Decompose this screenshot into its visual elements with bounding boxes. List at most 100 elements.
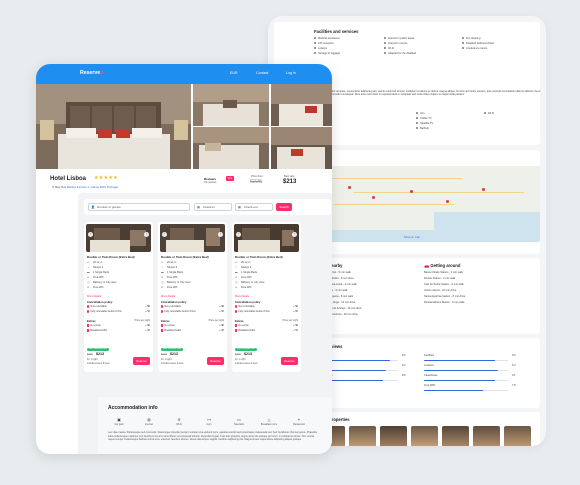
extra-option[interactable]: Breakfast buffet bbox=[161, 329, 181, 332]
facility-item: Internet in rooms bbox=[388, 42, 408, 45]
getting-item: Baixa-Chiado Station - 3 min walk bbox=[424, 271, 463, 274]
services-paragraph: Lorem ipsum dolor sit amet, consectetur … bbox=[314, 90, 541, 97]
reserve-button[interactable]: Reserve bbox=[133, 357, 150, 365]
policy-option[interactable]: Fully refundable before 6 Nov bbox=[161, 310, 196, 313]
prev-photo-icon[interactable]: ‹ bbox=[88, 232, 93, 237]
room-photo[interactable] bbox=[86, 224, 151, 252]
property-thumbnail[interactable] bbox=[349, 426, 376, 446]
nav-contact[interactable]: Contact bbox=[256, 71, 268, 75]
tax-label: includes taxes & fees bbox=[161, 362, 184, 365]
room-feature: Balcony or City view bbox=[93, 281, 117, 284]
prev-photo-icon[interactable]: ‹ bbox=[236, 232, 241, 237]
gallery-photo[interactable] bbox=[193, 127, 269, 169]
review-label: Free WiFi bbox=[424, 384, 436, 387]
extra-option[interactable]: Breakfast buffet bbox=[235, 329, 255, 332]
accommodation-info: Accommodation info ▣ Car park ◍ Internet ≋… bbox=[98, 397, 332, 454]
review-bar bbox=[424, 390, 483, 392]
extra-option[interactable]: No extras bbox=[161, 324, 175, 327]
policy-option[interactable]: Non-refundable bbox=[235, 305, 255, 308]
reserve-button[interactable]: Reserve bbox=[281, 357, 298, 365]
room-feature: Free Wifi bbox=[167, 286, 178, 289]
review-score: 9.4 bbox=[512, 364, 516, 367]
room-feature: 20 sq m bbox=[93, 261, 103, 264]
next-photo-icon[interactable]: › bbox=[144, 232, 149, 237]
review-label: Location bbox=[424, 364, 434, 367]
next-photo-icon[interactable]: › bbox=[292, 232, 297, 237]
extra-price: + $7 bbox=[293, 329, 298, 332]
review-bar bbox=[424, 370, 498, 372]
room-photo[interactable] bbox=[234, 224, 299, 252]
room-name: Double or Twin Room (Extra Bed) bbox=[87, 255, 135, 259]
review-bar bbox=[424, 380, 496, 382]
more-details-link[interactable]: More details bbox=[161, 295, 175, 298]
amenity: ≋ Wi-Fi bbox=[166, 417, 192, 426]
facility-item: Wi-Fi bbox=[388, 47, 395, 50]
extras-title: Extras bbox=[235, 319, 244, 323]
search-button[interactable]: Search bbox=[276, 203, 292, 211]
price-from-label: Price from bbox=[251, 175, 263, 178]
map-pin-icon[interactable] bbox=[372, 196, 375, 199]
amenity: ▣ Car park bbox=[106, 417, 132, 426]
reserve-button[interactable]: Reserve bbox=[207, 357, 224, 365]
reviews-count[interactable]: 23 reviews bbox=[204, 181, 216, 184]
policy-option[interactable]: Non-refundable bbox=[161, 305, 181, 308]
map-pin-icon[interactable] bbox=[482, 188, 485, 191]
price-per-night-label: Price per night bbox=[134, 319, 150, 322]
more-details-link[interactable]: More details bbox=[235, 295, 249, 298]
location-map[interactable]: Show on map bbox=[314, 166, 540, 242]
amenity: ▭ Television bbox=[226, 417, 252, 426]
extra-price: + $0 bbox=[219, 324, 224, 327]
getting-item: Lisbon Airport - 20 min drive bbox=[424, 289, 457, 292]
policy-option[interactable]: Non-refundable bbox=[87, 305, 107, 308]
tax-label: includes taxes & fees bbox=[87, 362, 110, 365]
facility-item: Disabled bathroom/toilet bbox=[466, 42, 494, 45]
gallery-photo[interactable] bbox=[271, 84, 332, 126]
brand-logo[interactable]: Reserveo bbox=[80, 70, 103, 76]
getting-item: Restauradores Station - 6 min walk bbox=[424, 301, 465, 304]
map-pin-icon[interactable] bbox=[410, 190, 413, 193]
next-photo-icon[interactable]: › bbox=[218, 232, 223, 237]
review-label: Facilities bbox=[424, 354, 435, 357]
gallery-photo[interactable] bbox=[271, 127, 332, 169]
map-pin-icon[interactable] bbox=[348, 186, 351, 189]
nights-label: for 1 night bbox=[87, 358, 98, 361]
map-link[interactable]: Map bbox=[55, 185, 60, 189]
room-feature: Balcony or City view bbox=[241, 281, 265, 284]
property-thumbnail[interactable] bbox=[504, 426, 531, 446]
extra-option[interactable]: Breakfast buffet bbox=[87, 329, 107, 332]
nights-label: for 1 night bbox=[161, 358, 172, 361]
gallery-photo[interactable] bbox=[193, 84, 269, 126]
facility-item: Lockers bbox=[318, 47, 328, 50]
property-thumbnail[interactable] bbox=[411, 426, 438, 446]
checkout-field[interactable]: ▦ Check-out bbox=[235, 203, 273, 211]
policy-option[interactable]: Fully refundable before 6 Nov bbox=[235, 310, 270, 313]
service-item: Bathtub bbox=[420, 127, 429, 130]
nav-login[interactable]: Log in bbox=[286, 71, 296, 75]
room-old-price: $230 bbox=[161, 353, 167, 356]
room-photo[interactable] bbox=[160, 224, 225, 252]
policy-option[interactable]: Fully refundable before 6 Nov bbox=[87, 310, 122, 313]
user-icon: 👤 bbox=[91, 205, 95, 209]
room-price: $213 bbox=[170, 352, 178, 356]
extra-option[interactable]: No extras bbox=[87, 324, 101, 327]
checkin-field[interactable]: ▦ Check-in bbox=[194, 203, 232, 211]
show-on-map-link[interactable]: Show on map bbox=[404, 236, 420, 239]
facility-item: Adapted for the disabled bbox=[388, 52, 417, 55]
review-score-badge: 9.4 bbox=[226, 176, 234, 181]
map-pin-icon[interactable] bbox=[446, 200, 449, 203]
facilities-title: Facilities and services bbox=[314, 29, 359, 34]
nav-currency[interactable]: EUR bbox=[230, 71, 238, 75]
car-icon: ▣ bbox=[117, 417, 121, 422]
more-details-link[interactable]: More details bbox=[87, 295, 101, 298]
property-thumbnail[interactable] bbox=[473, 426, 500, 446]
prev-photo-icon[interactable]: ‹ bbox=[162, 232, 167, 237]
guests-field[interactable]: 👤 Number of guests bbox=[88, 203, 190, 211]
gallery-main-photo[interactable] bbox=[36, 84, 191, 169]
property-thumbnail[interactable] bbox=[380, 426, 407, 446]
policy-price: + $0 bbox=[145, 305, 150, 308]
extra-option[interactable]: No extras bbox=[235, 324, 249, 327]
room-feature: Free Wifi bbox=[241, 286, 252, 289]
service-item: Wi-Fi bbox=[488, 112, 495, 115]
property-thumbnail[interactable] bbox=[442, 426, 469, 446]
rate-badge: Best available rate bbox=[87, 348, 109, 351]
